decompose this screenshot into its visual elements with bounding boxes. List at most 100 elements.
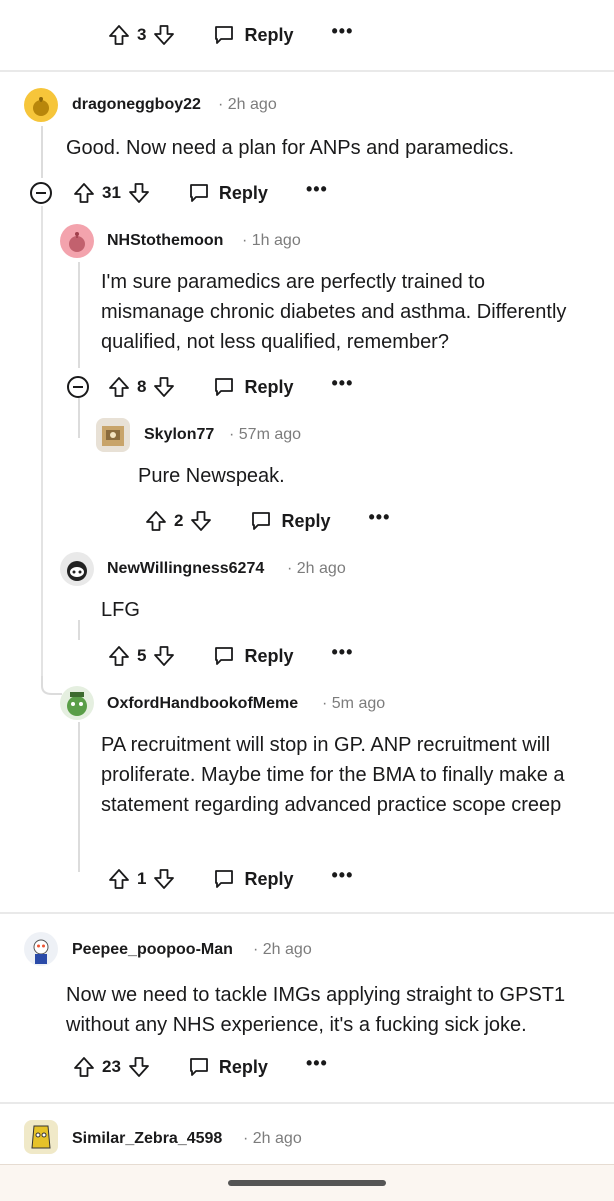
- upvote-icon[interactable]: [107, 644, 131, 668]
- timestamp-text: 1h ago: [251, 232, 301, 249]
- comment-actions: 3 Reply •••: [107, 17, 353, 53]
- avatar[interactable]: [24, 88, 58, 122]
- timestamp-text: 2h ago: [262, 941, 312, 958]
- upvote-icon[interactable]: [72, 181, 96, 205]
- thread-line: [41, 126, 43, 178]
- upvote-icon[interactable]: [107, 375, 131, 399]
- more-options-icon[interactable]: •••: [306, 180, 328, 202]
- avatar[interactable]: [60, 686, 94, 720]
- username[interactable]: NewWillingness6274: [107, 560, 264, 578]
- vote-count: 3: [137, 25, 147, 44]
- timestamp-text: 57m ago: [238, 426, 302, 443]
- comment-body: Pure Newspeak.: [138, 465, 285, 487]
- divider: [0, 70, 614, 72]
- avatar[interactable]: [60, 224, 94, 258]
- downvote-icon[interactable]: [189, 509, 213, 533]
- snoo-avatar-icon: [69, 232, 85, 252]
- custom-avatar-icon: [102, 426, 124, 446]
- snoo-avatar-icon: [67, 692, 87, 716]
- avatar[interactable]: [24, 932, 58, 966]
- comment-actions: 8 Reply •••: [107, 369, 353, 405]
- more-options-icon[interactable]: •••: [332, 374, 354, 396]
- more-options-icon[interactable]: •••: [332, 866, 354, 888]
- comment-body: Now we need to tackle IMGs applying stra…: [66, 984, 566, 1036]
- thread-line: [78, 722, 80, 872]
- reply-icon: [215, 26, 234, 44]
- reply-button[interactable]: Reply: [212, 375, 294, 399]
- reply-button[interactable]: Reply: [212, 867, 294, 891]
- upvote-icon[interactable]: [107, 867, 131, 891]
- timestamp: · 2h ago: [287, 560, 346, 577]
- username[interactable]: dragoneggboy22: [72, 96, 201, 114]
- vote-count: 2: [174, 511, 184, 530]
- reply-icon: [215, 378, 234, 396]
- reply-button[interactable]: Reply: [187, 1055, 268, 1079]
- vote-count: 31: [102, 183, 121, 202]
- more-options-icon[interactable]: •••: [332, 643, 354, 665]
- comment-actions: 1 Reply •••: [107, 861, 353, 897]
- snoo-avatar-icon: [33, 97, 49, 116]
- username[interactable]: Peepee_poopoo-Man: [72, 941, 233, 959]
- avatar[interactable]: [96, 418, 130, 452]
- reply-label: Reply: [244, 24, 294, 45]
- username[interactable]: Skylon77: [144, 426, 214, 444]
- snoo-avatar-icon: [33, 939, 49, 964]
- comment-body: PA recruitment will stop in GP. ANP recr…: [101, 734, 565, 816]
- reply-icon: [215, 870, 234, 888]
- timestamp-text: 2h ago: [296, 560, 346, 577]
- downvote-icon[interactable]: [152, 375, 176, 399]
- reply-icon: [190, 184, 208, 202]
- reply-label: Reply: [218, 1056, 268, 1077]
- divider: [0, 912, 614, 914]
- comment-actions: 31 Reply •••: [72, 175, 328, 211]
- vote-count: 23: [102, 1057, 121, 1076]
- avatar[interactable]: [60, 552, 94, 586]
- username[interactable]: Similar_Zebra_4598: [72, 1130, 222, 1148]
- collapse-thread-icon[interactable]: [67, 376, 89, 398]
- reply-label: Reply: [244, 868, 294, 889]
- downvote-icon[interactable]: [152, 23, 176, 47]
- comment-actions: 23 Reply •••: [72, 1049, 328, 1085]
- upvote-icon[interactable]: [144, 509, 168, 533]
- upvote-icon[interactable]: [72, 1055, 96, 1079]
- timestamp: · 2h ago: [218, 96, 277, 113]
- comment-actions: 5 Reply •••: [107, 638, 353, 674]
- downvote-icon[interactable]: [127, 1055, 151, 1079]
- thread-line: [78, 262, 80, 368]
- thread-line: [78, 398, 80, 438]
- vote-count: 1: [137, 869, 147, 888]
- timestamp: · 2h ago: [243, 1130, 302, 1147]
- timestamp-text: 2h ago: [252, 1130, 302, 1147]
- avatar[interactable]: [24, 1120, 58, 1154]
- more-options-icon[interactable]: •••: [369, 508, 391, 530]
- thread-line: [78, 620, 80, 640]
- username[interactable]: NHStothemoon: [107, 232, 223, 250]
- comment-body: Good. Now need a plan for ANPs and param…: [66, 137, 515, 159]
- collapse-thread-icon[interactable]: [30, 182, 52, 204]
- reply-button[interactable]: Reply: [212, 644, 294, 668]
- reply-icon: [252, 512, 271, 530]
- reply-label: Reply: [244, 376, 294, 397]
- comment-body: I'm sure paramedics are perfectly traine…: [101, 271, 567, 353]
- comment-actions: 2 Reply •••: [144, 503, 390, 539]
- reply-label: Reply: [281, 510, 331, 531]
- home-gesture-pill[interactable]: [228, 1180, 386, 1186]
- downvote-icon[interactable]: [152, 867, 176, 891]
- reply-label: Reply: [218, 182, 268, 203]
- more-options-icon[interactable]: •••: [306, 1054, 328, 1076]
- reply-button[interactable]: Reply: [249, 509, 331, 533]
- reply-icon: [215, 647, 234, 665]
- downvote-icon[interactable]: [127, 181, 151, 205]
- more-options-icon[interactable]: •••: [332, 22, 354, 44]
- divider: [0, 1102, 614, 1104]
- reply-button[interactable]: Reply: [187, 181, 268, 205]
- downvote-icon[interactable]: [152, 644, 176, 668]
- timestamp: · 5m ago: [322, 695, 386, 712]
- reply-button[interactable]: Reply: [212, 23, 294, 47]
- timestamp: · 2h ago: [253, 941, 312, 958]
- upvote-icon[interactable]: [107, 23, 131, 47]
- username[interactable]: OxfordHandbookofMeme: [107, 695, 298, 713]
- vote-count: 5: [137, 646, 147, 665]
- timestamp: · 57m ago: [229, 426, 302, 443]
- reply-icon: [190, 1058, 208, 1076]
